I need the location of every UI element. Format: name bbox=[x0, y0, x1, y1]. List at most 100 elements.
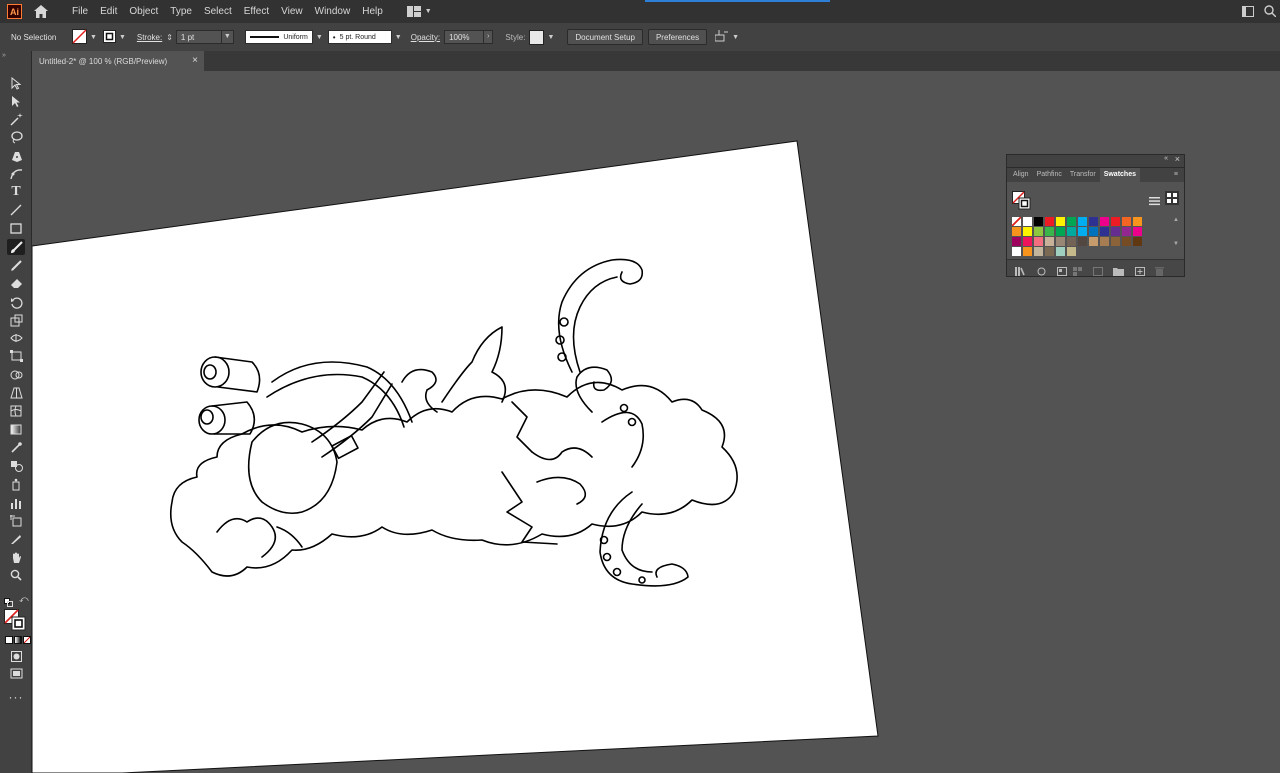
mesh-tool-icon[interactable] bbox=[7, 403, 25, 419]
document-setup-button[interactable]: Document Setup bbox=[567, 29, 643, 45]
stroke-label[interactable]: Stroke: bbox=[137, 33, 162, 42]
swatch[interactable] bbox=[1023, 227, 1032, 236]
swatch-libraries-menu-icon[interactable] bbox=[1015, 263, 1026, 281]
delete-swatch-icon[interactable] bbox=[1155, 263, 1164, 281]
tab-align[interactable]: Align bbox=[1007, 168, 1033, 182]
hand-tool-icon[interactable] bbox=[7, 549, 25, 565]
slice-tool-icon[interactable] bbox=[7, 531, 25, 547]
swatch[interactable] bbox=[1045, 217, 1054, 226]
swatch[interactable] bbox=[1067, 217, 1076, 226]
swatch[interactable] bbox=[1056, 237, 1065, 246]
swatch[interactable] bbox=[1045, 247, 1054, 256]
swatch[interactable] bbox=[1034, 217, 1043, 226]
new-color-group-icon[interactable] bbox=[1093, 263, 1103, 281]
none-button-icon[interactable] bbox=[23, 636, 31, 644]
eraser-tool-icon[interactable] bbox=[7, 275, 25, 291]
menu-edit[interactable]: Edit bbox=[94, 0, 123, 23]
swatch[interactable] bbox=[1012, 227, 1021, 236]
menu-effect[interactable]: Effect bbox=[238, 0, 275, 23]
fill-stroke-indicator[interactable] bbox=[4, 609, 28, 636]
gradient-tool-icon[interactable] bbox=[7, 421, 25, 437]
swatch[interactable] bbox=[1067, 227, 1076, 236]
swatch[interactable] bbox=[1023, 237, 1032, 246]
align-dropdown-icon[interactable]: ▼ bbox=[732, 34, 739, 41]
free-transform-tool-icon[interactable] bbox=[7, 348, 25, 364]
swatch-scrollbar[interactable]: ▲ ▼ bbox=[1172, 217, 1180, 255]
home-icon[interactable] bbox=[32, 3, 50, 21]
opacity-label[interactable]: Opacity: bbox=[411, 33, 440, 42]
close-icon[interactable]: × bbox=[192, 55, 198, 66]
rotate-tool-icon[interactable] bbox=[7, 294, 25, 310]
magic-wand-tool-icon[interactable] bbox=[7, 111, 25, 127]
selection-tool-icon[interactable] bbox=[7, 75, 25, 91]
draw-normal-icon[interactable] bbox=[7, 648, 25, 664]
swatch[interactable] bbox=[1133, 217, 1142, 226]
stroke-dropdown-icon[interactable]: ▼ bbox=[119, 34, 126, 41]
edit-toolbar-icon[interactable]: ··· bbox=[7, 689, 25, 705]
collapse-panel-icon[interactable]: « bbox=[1164, 155, 1168, 162]
opacity-arrow-icon[interactable]: › bbox=[483, 30, 494, 44]
menu-select[interactable]: Select bbox=[198, 0, 238, 23]
fill-dropdown-icon[interactable]: ▼ bbox=[90, 34, 97, 41]
new-swatch-icon[interactable] bbox=[1135, 263, 1145, 281]
perspective-grid-tool-icon[interactable] bbox=[7, 385, 25, 401]
artboard-tool-icon[interactable] bbox=[7, 513, 25, 529]
swatch[interactable] bbox=[1111, 217, 1120, 226]
align-options-icon[interactable] bbox=[714, 30, 729, 44]
stroke-weight-stepper-icon[interactable]: ⇕ bbox=[166, 33, 173, 42]
show-swatch-kinds-icon[interactable] bbox=[1037, 263, 1046, 281]
thumbnail-view-icon[interactable] bbox=[1165, 191, 1179, 205]
swatch[interactable] bbox=[1034, 237, 1043, 246]
type-tool-icon[interactable]: T bbox=[7, 184, 25, 200]
style-dropdown-icon[interactable]: ▼ bbox=[547, 34, 554, 41]
curvature-tool-icon[interactable] bbox=[7, 165, 25, 181]
profile-dropdown-icon[interactable]: ▼ bbox=[316, 34, 323, 41]
swatch[interactable] bbox=[1012, 237, 1021, 246]
swatch[interactable] bbox=[1089, 217, 1098, 226]
swatch[interactable] bbox=[1067, 247, 1076, 256]
rectangle-tool-icon[interactable] bbox=[7, 220, 25, 236]
swatch[interactable] bbox=[1045, 237, 1054, 246]
swatch[interactable] bbox=[1034, 227, 1043, 236]
swatch[interactable] bbox=[1089, 237, 1098, 246]
swatch[interactable] bbox=[1100, 227, 1109, 236]
menu-type[interactable]: Type bbox=[164, 0, 198, 23]
swatch[interactable] bbox=[1078, 217, 1087, 226]
tab-swatches[interactable]: Swatches bbox=[1099, 168, 1140, 182]
direct-selection-tool-icon[interactable] bbox=[7, 93, 25, 109]
swatch[interactable] bbox=[1111, 237, 1120, 246]
swatch[interactable] bbox=[1100, 237, 1109, 246]
change-screen-mode-icon[interactable] bbox=[7, 665, 25, 681]
close-panel-icon[interactable]: × bbox=[1175, 154, 1180, 164]
gradient-button-icon[interactable] bbox=[14, 636, 22, 644]
swatch[interactable] bbox=[1078, 227, 1087, 236]
color-button-icon[interactable] bbox=[5, 636, 13, 644]
list-view-icon[interactable] bbox=[1149, 193, 1160, 211]
collapse-toolbar-icon[interactable]: » bbox=[2, 52, 6, 59]
line-segment-tool-icon[interactable] bbox=[7, 202, 25, 218]
tab-transform[interactable]: Transfor bbox=[1066, 168, 1100, 182]
preferences-button[interactable]: Preferences bbox=[647, 29, 708, 45]
swatch[interactable] bbox=[1078, 237, 1087, 246]
none-swatch[interactable] bbox=[1012, 217, 1021, 226]
menu-object[interactable]: Object bbox=[123, 0, 164, 23]
swatch[interactable] bbox=[1133, 237, 1142, 246]
shape-builder-tool-icon[interactable] bbox=[7, 367, 25, 383]
shaper-tool-icon[interactable] bbox=[7, 257, 25, 273]
swatch[interactable] bbox=[1067, 237, 1076, 246]
document-tab[interactable]: Untitled-2* @ 100 % (RGB/Preview) × bbox=[32, 51, 204, 71]
workspace-switcher-icon[interactable]: ▼ bbox=[406, 6, 432, 17]
blend-tool-icon[interactable] bbox=[7, 458, 25, 474]
swatch[interactable] bbox=[1100, 217, 1109, 226]
variable-width-profile-select[interactable]: Uniform bbox=[244, 30, 313, 44]
stroke-swatch-icon[interactable] bbox=[102, 29, 116, 45]
scroll-up-icon[interactable]: ▲ bbox=[1172, 217, 1180, 223]
swatch-options-icon[interactable] bbox=[1057, 263, 1067, 281]
eyedropper-tool-icon[interactable] bbox=[7, 440, 25, 456]
stroke-weight-dropdown-icon[interactable]: ▼ bbox=[220, 30, 234, 44]
tab-pathfinder[interactable]: Pathfinc bbox=[1033, 168, 1066, 182]
menu-view[interactable]: View bbox=[275, 0, 309, 23]
swatch[interactable] bbox=[1133, 227, 1142, 236]
brush-definition-select[interactable]: • 5 pt. Round bbox=[327, 30, 392, 44]
opacity-field[interactable]: 100% bbox=[444, 30, 485, 44]
